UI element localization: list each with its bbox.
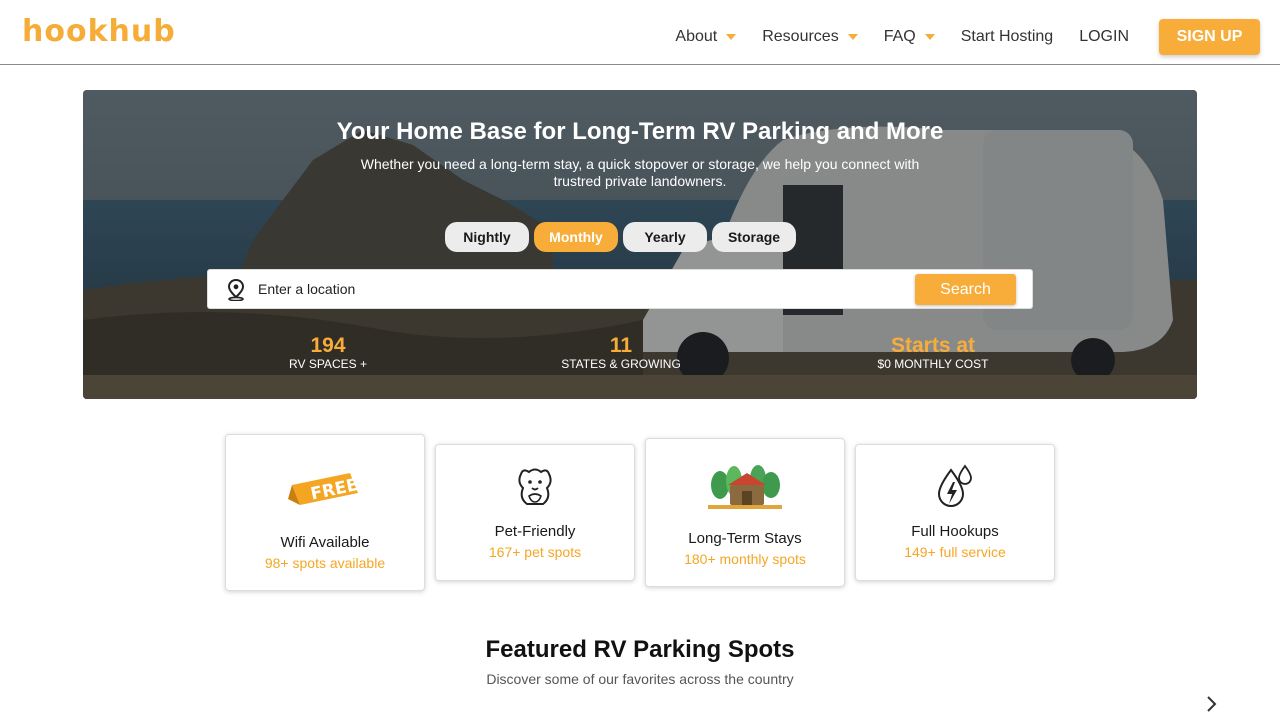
tab-yearly[interactable]: Yearly	[623, 222, 707, 252]
stat-value: Starts at	[890, 334, 976, 357]
location-pin-icon	[227, 279, 245, 301]
nav-login-label: LOGIN	[1079, 28, 1129, 45]
water-power-icon	[937, 464, 972, 507]
feature-title: Pet-Friendly	[494, 523, 576, 540]
featured-section-title: Featured RV Parking Spots	[485, 636, 795, 663]
stat-states: 11 STATES & GROWING	[541, 334, 701, 372]
feature-subtitle: 149+ full service	[904, 544, 1006, 560]
tab-monthly[interactable]: Monthly	[534, 222, 618, 252]
featured-section-subtitle: Discover some of our favorites across th…	[486, 671, 794, 687]
feature-card-pet[interactable]: Pet-Friendly 167+ pet spots	[435, 444, 635, 581]
logo-text: hookhub	[22, 14, 176, 49]
nav-resources-label: Resources	[762, 28, 839, 45]
stat-label: STATES & GROWING	[561, 357, 681, 371]
nav-menu: About Resources FAQ Start Hosting LOGIN …	[649, 19, 1260, 55]
stat-value: 194	[310, 334, 346, 357]
free-badge-icon: FREE	[288, 473, 360, 505]
feature-title: Wifi Available	[280, 534, 370, 551]
hookhub-logo[interactable]: hookhub	[22, 14, 176, 49]
nav-resources[interactable]: Resources	[762, 19, 858, 55]
caret-down-icon	[726, 34, 737, 40]
stat-label: $0 MONTHLY COST	[877, 357, 989, 371]
nav-about-label: About	[675, 28, 718, 45]
location-search-input[interactable]	[258, 277, 898, 301]
location-search-bar: Search	[207, 269, 1033, 309]
feature-subtitle: 167+ pet spots	[488, 544, 582, 560]
nav-start-hosting-label: Start Hosting	[960, 28, 1054, 45]
feature-card-hookups[interactable]: Full Hookups 149+ full service	[855, 444, 1055, 581]
nav-faq-label: FAQ	[883, 28, 916, 45]
stat-value: 11	[609, 334, 633, 357]
tab-nightly[interactable]: Nightly	[445, 222, 529, 252]
nav-about[interactable]: About	[675, 19, 737, 55]
free-badge-text: FREE	[309, 475, 360, 505]
feature-subtitle: 98+ spots available	[264, 555, 386, 571]
hero-section: Your Home Base for Long-Term RV Parking …	[83, 90, 1197, 399]
stat-rv-spaces: 194 RV SPACES +	[248, 334, 408, 372]
feature-title: Long-Term Stays	[688, 530, 802, 547]
top-navbar: hookhub About Resources FAQ Start Hostin…	[0, 0, 1280, 65]
nav-login[interactable]: LOGIN	[1079, 19, 1129, 55]
hero-subtitle: Whether you need a long-term stay, a qui…	[360, 156, 920, 189]
nav-faq[interactable]: FAQ	[884, 19, 935, 55]
caret-down-icon	[924, 34, 935, 40]
stay-type-tabs: Nightly Monthly Yearly Storage	[445, 222, 796, 252]
search-button[interactable]: Search	[915, 274, 1016, 305]
campsite-icon	[708, 465, 782, 509]
feature-card-long-term[interactable]: Long-Term Stays 180+ monthly spots	[645, 438, 845, 587]
hero-title: Your Home Base for Long-Term RV Parking …	[336, 118, 944, 145]
pet-icon	[518, 468, 552, 505]
tab-storage[interactable]: Storage	[712, 222, 796, 252]
feature-title: Full Hookups	[911, 523, 999, 540]
nav-start-hosting[interactable]: Start Hosting	[961, 19, 1053, 55]
stat-cost: Starts at $0 MONTHLY COST	[853, 334, 1013, 372]
caret-down-icon	[847, 34, 858, 40]
stat-label: RV SPACES +	[289, 357, 367, 371]
feature-subtitle: 180+ monthly spots	[684, 551, 806, 567]
chevron-right-icon[interactable]	[1204, 694, 1218, 714]
feature-card-wifi[interactable]: FREE Wifi Available 98+ spots available	[225, 434, 425, 591]
signup-button[interactable]: SIGN UP	[1159, 19, 1260, 55]
